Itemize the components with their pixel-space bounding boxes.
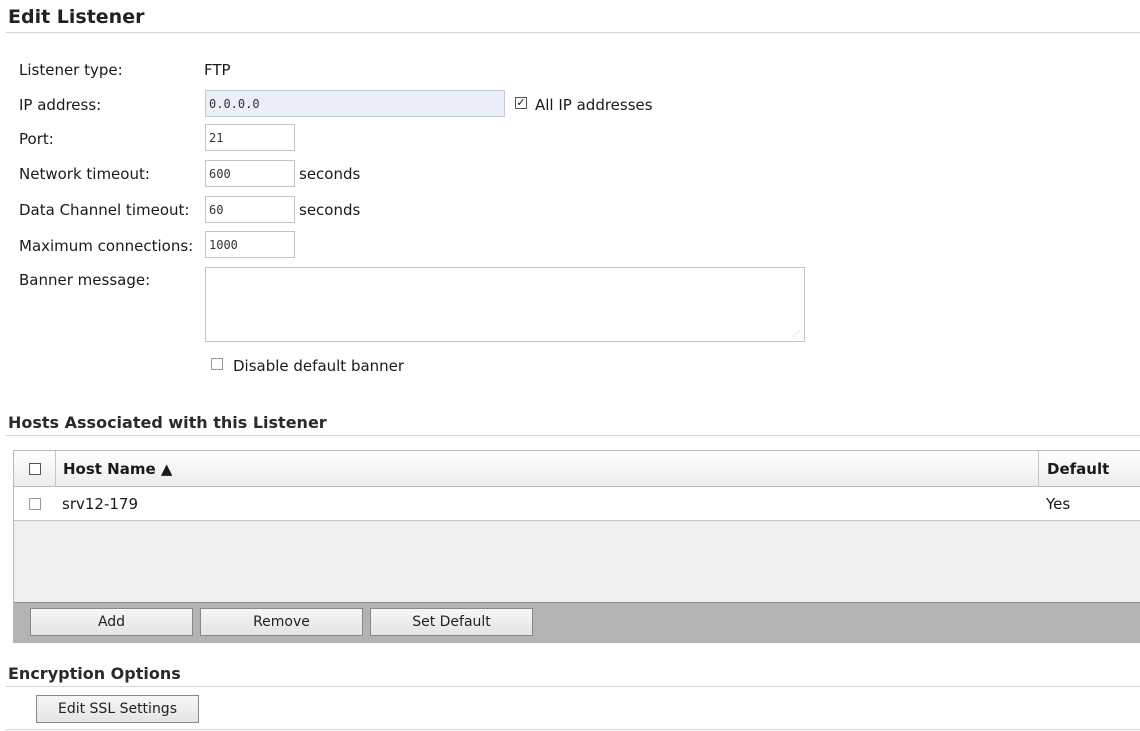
page-title: Edit Listener: [8, 6, 145, 28]
hosts-grid: Host Name ▲ Default srv12-179 Yes Add Re…: [13, 450, 1140, 643]
bottom-divider: [6, 729, 1140, 730]
port-label: Port:: [19, 130, 54, 148]
default-column-header[interactable]: Default: [1047, 460, 1109, 478]
header-separator: [55, 451, 56, 487]
remove-button[interactable]: Remove: [200, 608, 363, 636]
listener-type-value: FTP: [204, 61, 231, 79]
check-icon: ✓: [516, 96, 526, 109]
select-all-checkbox[interactable]: [29, 463, 41, 475]
data-timeout-unit: seconds: [299, 201, 361, 219]
ip-address-label: IP address:: [19, 96, 102, 114]
data-timeout-label: Data Channel timeout:: [19, 201, 190, 219]
max-connections-label: Maximum connections:: [19, 237, 194, 255]
encryption-divider: [6, 686, 1140, 687]
host-name-column-header[interactable]: Host Name ▲: [63, 460, 172, 478]
all-ip-checkbox[interactable]: ✓: [515, 97, 527, 109]
hosts-section-title: Hosts Associated with this Listener: [8, 413, 327, 432]
title-divider: [6, 32, 1140, 33]
grid-toolbar: Add Remove Set Default: [14, 602, 1140, 643]
network-timeout-label: Network timeout:: [19, 165, 150, 183]
banner-message-textarea[interactable]: [205, 267, 805, 342]
header-separator: [1038, 451, 1039, 487]
row-checkbox[interactable]: [29, 498, 41, 510]
ip-address-input[interactable]: [205, 90, 505, 117]
banner-message-label: Banner message:: [19, 271, 151, 289]
network-timeout-input[interactable]: [205, 160, 295, 187]
network-timeout-unit: seconds: [299, 165, 361, 183]
set-default-button[interactable]: Set Default: [370, 608, 533, 636]
all-ip-label: All IP addresses: [535, 96, 653, 114]
host-name-cell: srv12-179: [62, 495, 138, 513]
listener-type-label: Listener type:: [19, 61, 123, 79]
default-cell: Yes: [1046, 495, 1071, 513]
port-input[interactable]: [205, 124, 295, 151]
table-row[interactable]: srv12-179 Yes: [14, 487, 1140, 521]
add-button[interactable]: Add: [30, 608, 193, 636]
edit-ssl-settings-button[interactable]: Edit SSL Settings: [36, 695, 199, 723]
resize-grip-icon[interactable]: ⋰: [792, 329, 802, 339]
max-connections-input[interactable]: [205, 231, 295, 258]
hosts-divider: [6, 435, 1140, 436]
data-timeout-input[interactable]: [205, 196, 295, 223]
disable-banner-checkbox[interactable]: [211, 358, 223, 370]
encryption-section-title: Encryption Options: [8, 664, 181, 683]
grid-header: Host Name ▲ Default: [14, 451, 1140, 487]
disable-banner-label: Disable default banner: [233, 357, 405, 375]
